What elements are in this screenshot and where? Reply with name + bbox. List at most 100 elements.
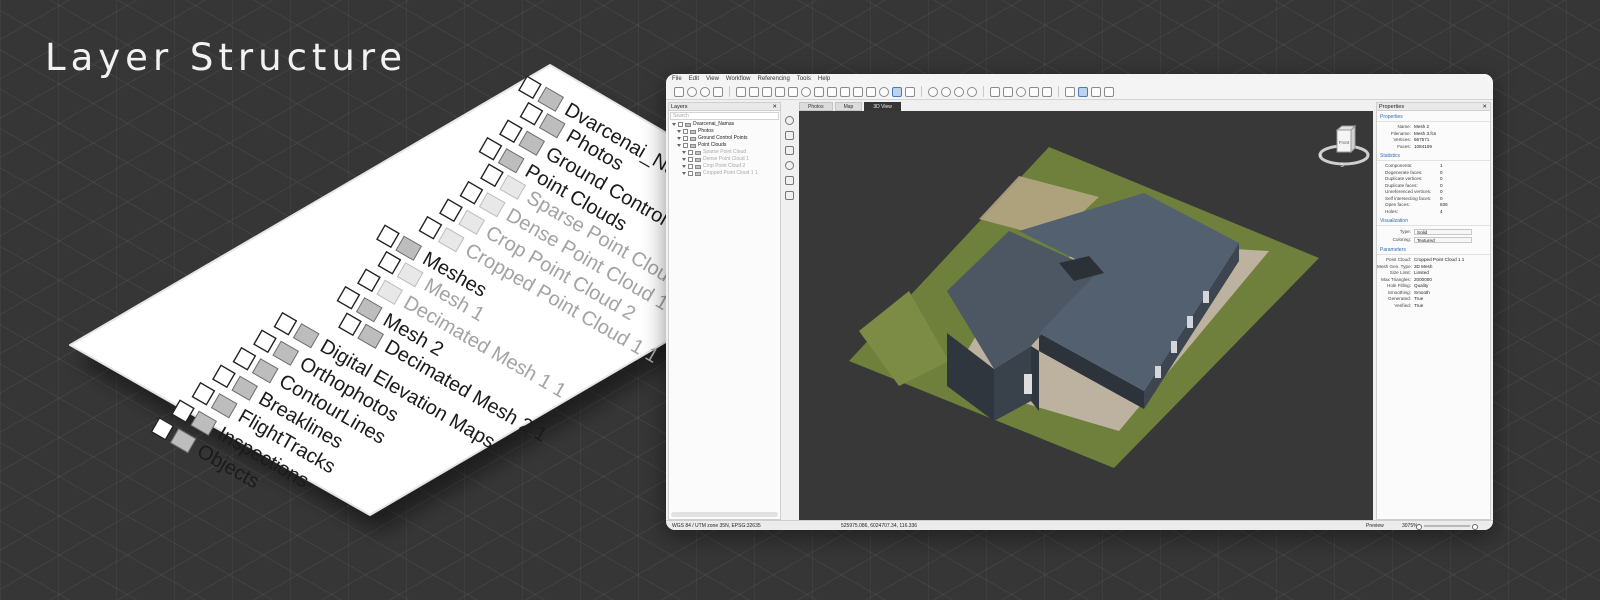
zoom-extent-icon[interactable] bbox=[954, 86, 964, 97]
zoom-out-knob[interactable] bbox=[1416, 524, 1422, 530]
section-statistics: Statistics bbox=[1377, 150, 1490, 161]
mountain-icon[interactable] bbox=[784, 146, 794, 155]
layer-tree-label: Ground Control Points bbox=[698, 135, 748, 141]
expand-icon[interactable] bbox=[677, 130, 681, 133]
menu-workflow[interactable]: Workflow bbox=[726, 74, 751, 84]
menu-view[interactable]: View bbox=[706, 74, 719, 84]
layer-tree-item[interactable]: Crop Point Cloud 2 bbox=[669, 163, 780, 170]
expand-icon[interactable] bbox=[672, 123, 676, 126]
layer-visibility-checkbox[interactable] bbox=[683, 136, 688, 141]
layer-visibility-checkbox[interactable] bbox=[688, 150, 693, 155]
coloring-label: Coloring: bbox=[1392, 237, 1411, 242]
menu-help[interactable]: Help bbox=[818, 74, 830, 84]
target-tool-icon[interactable] bbox=[687, 86, 697, 97]
cube-icon[interactable] bbox=[905, 86, 915, 97]
folder-icon bbox=[685, 122, 691, 127]
zoom-slider[interactable] bbox=[1424, 525, 1470, 527]
camera-icon[interactable] bbox=[840, 86, 850, 97]
zoom-in-icon[interactable] bbox=[928, 86, 938, 97]
close-icon[interactable]: ✕ bbox=[772, 103, 777, 110]
toolbar-divider bbox=[729, 86, 730, 97]
coloring-select[interactable]: Textured bbox=[1414, 236, 1472, 243]
expand-icon[interactable] bbox=[677, 137, 681, 140]
section-icon[interactable] bbox=[1042, 86, 1052, 97]
view-tabs: Photos Map 3D View bbox=[799, 102, 901, 111]
layers-search-input[interactable]: Search bbox=[670, 112, 779, 120]
layer-visibility-checkbox[interactable] bbox=[678, 122, 683, 127]
building-window bbox=[1187, 316, 1193, 328]
expand-icon[interactable] bbox=[682, 172, 686, 175]
type-select[interactable]: Solid bbox=[1414, 228, 1472, 235]
export-icon[interactable] bbox=[866, 86, 876, 97]
expand-icon[interactable] bbox=[682, 151, 686, 154]
light-icon[interactable] bbox=[1029, 86, 1039, 97]
tab-map[interactable]: Map bbox=[834, 102, 863, 111]
3d-view-icon[interactable] bbox=[892, 86, 902, 97]
layer-tree-item[interactable]: Photos bbox=[669, 128, 780, 135]
mesh-icon[interactable] bbox=[814, 86, 824, 97]
link-tool-icon[interactable] bbox=[713, 86, 723, 97]
close-icon[interactable]: ✕ bbox=[1482, 103, 1487, 110]
pin-icon[interactable] bbox=[1065, 86, 1075, 97]
layer-visibility-checkbox[interactable] bbox=[683, 129, 688, 134]
image-icon[interactable] bbox=[827, 86, 837, 97]
layers-panel: Layers ✕ Search Dvarcenai_Namas Photos Gro… bbox=[668, 102, 781, 520]
layer-tree-item[interactable]: Cropped Point Cloud 1 1 bbox=[669, 170, 780, 177]
layer-tree-label: Photos bbox=[698, 128, 714, 134]
layer-visibility-checkbox[interactable] bbox=[688, 171, 693, 176]
copy-icon[interactable] bbox=[1078, 86, 1088, 97]
play-icon[interactable] bbox=[853, 86, 863, 97]
menu-tools[interactable]: Tools bbox=[797, 74, 811, 84]
cloud-measure-icon[interactable] bbox=[784, 161, 794, 170]
cloud-icon[interactable] bbox=[801, 86, 811, 97]
layer-tree-item[interactable]: Point Clouds bbox=[669, 142, 780, 149]
zoom-in-knob[interactable] bbox=[1472, 524, 1478, 530]
expand-icon[interactable] bbox=[682, 158, 686, 161]
open-folder-icon[interactable] bbox=[762, 86, 772, 97]
eye-icon[interactable] bbox=[1016, 86, 1026, 97]
zoom-window-icon[interactable] bbox=[967, 86, 977, 97]
measure-icon[interactable] bbox=[1003, 86, 1013, 97]
layer-visibility-checkbox[interactable] bbox=[688, 157, 693, 162]
layers-icon[interactable] bbox=[788, 86, 798, 97]
layer-tree-label: Sparse Point Cloud bbox=[703, 149, 747, 155]
pointer-tool-icon[interactable] bbox=[674, 86, 684, 97]
save-icon[interactable] bbox=[775, 86, 785, 97]
menu-edit[interactable]: Edit bbox=[689, 74, 699, 84]
home-icon[interactable] bbox=[736, 86, 746, 97]
status-bar: WGS 84 / UTM zone 35N, EPSG:32635 525975… bbox=[666, 520, 1493, 530]
expand-icon[interactable] bbox=[682, 165, 686, 168]
marker-tool-icon[interactable] bbox=[700, 86, 710, 97]
building-door bbox=[1024, 374, 1032, 394]
expand-icon[interactable] bbox=[677, 144, 681, 147]
globe-icon[interactable] bbox=[879, 86, 889, 97]
layer-tree-label: Dvarcenai_Namas bbox=[693, 121, 735, 127]
properties-panel: Properties ✕ Properties Name: Mesh 2 Filen… bbox=[1376, 102, 1491, 520]
layer-tree-item[interactable]: Ground Control Points bbox=[669, 135, 780, 142]
menu-referencing[interactable]: Referencing bbox=[757, 74, 789, 84]
new-file-icon[interactable] bbox=[749, 86, 759, 97]
3d-viewport[interactable]: Front S E bbox=[799, 111, 1373, 520]
menu-file[interactable]: File bbox=[672, 74, 682, 84]
layer-tree-item[interactable]: Dense Point Cloud 1 bbox=[669, 156, 780, 163]
layer-tree-item[interactable]: Dvarcenai_Namas bbox=[669, 121, 780, 128]
window-icon[interactable] bbox=[1104, 86, 1114, 97]
tab-photos[interactable]: Photos bbox=[799, 102, 833, 111]
grid-icon[interactable] bbox=[990, 86, 1000, 97]
layer-tree-item[interactable]: Sparse Point Cloud bbox=[669, 149, 780, 156]
app-window: File Edit View Workflow Referencing Tool… bbox=[666, 74, 1493, 530]
crop-icon[interactable] bbox=[784, 176, 794, 185]
horizontal-scrollbar[interactable] bbox=[671, 512, 778, 517]
tab-3d-view[interactable]: 3D View bbox=[864, 102, 901, 111]
navigation-cube[interactable]: Front S E bbox=[1317, 124, 1371, 169]
layer-visibility-checkbox[interactable] bbox=[683, 143, 688, 148]
zoom-out-icon[interactable] bbox=[941, 86, 951, 97]
polyline-icon[interactable] bbox=[784, 131, 794, 140]
orbit-icon[interactable] bbox=[784, 116, 794, 125]
volume-icon[interactable] bbox=[784, 191, 794, 200]
delete-icon[interactable] bbox=[1091, 86, 1101, 97]
mesh-model bbox=[849, 147, 1319, 468]
layer-visibility-checkbox[interactable] bbox=[688, 164, 693, 169]
building-wall-join bbox=[1031, 346, 1039, 411]
layer-tree: Dvarcenai_Namas Photos Ground Control Poin… bbox=[669, 121, 780, 177]
